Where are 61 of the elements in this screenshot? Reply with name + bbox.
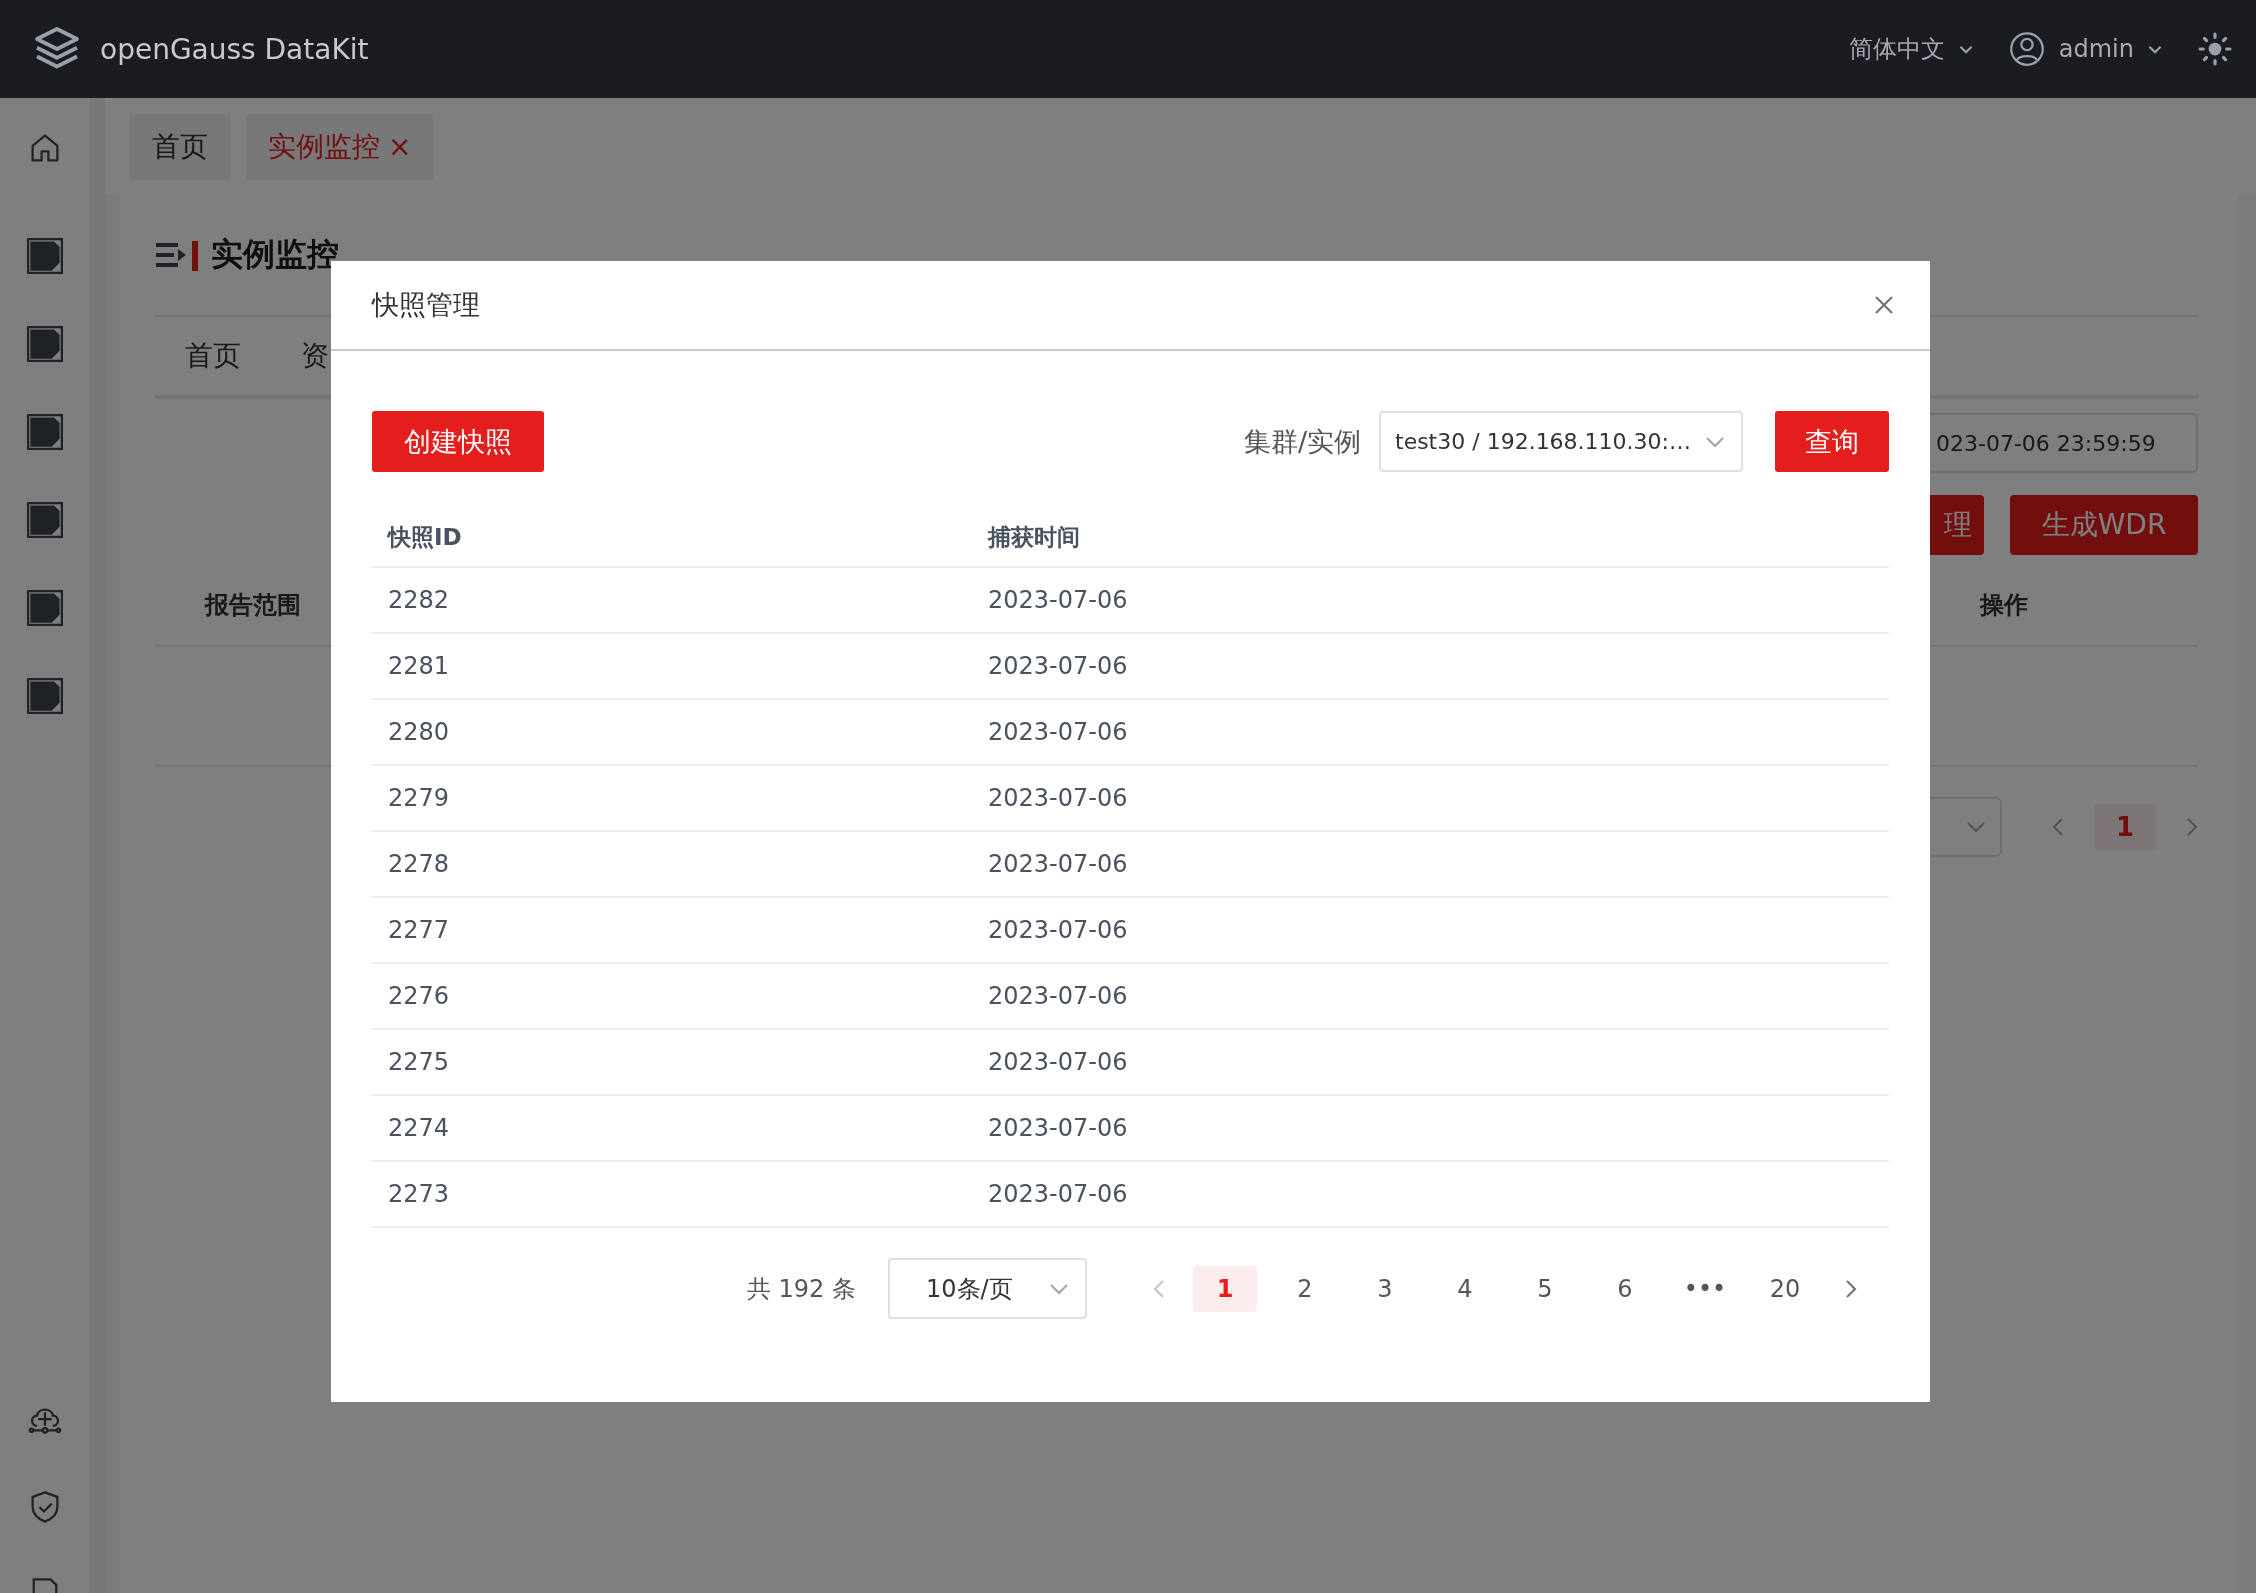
table-cell-text: 2023-07-06 xyxy=(988,1048,1129,1076)
table-cell-text: 2023-07-06 xyxy=(988,586,1129,614)
table-cell-text: 2275 xyxy=(388,1048,451,1076)
page-number[interactable]: 2 xyxy=(1273,1265,1337,1312)
table-cell-text: 2281 xyxy=(388,652,451,680)
column-header: 报告范围 xyxy=(205,590,301,621)
next-page-icon[interactable] xyxy=(1845,1278,1857,1299)
table-cell-text: 2023-07-06 xyxy=(988,718,1129,746)
column-header: 捕获时间 xyxy=(988,522,1081,552)
page-number[interactable]: 5 xyxy=(1513,1265,1577,1312)
table-cell-text: 2023-07-06 xyxy=(988,784,1129,812)
table-cell-text: 2023-07-06 xyxy=(988,1114,1129,1142)
sun-icon[interactable] xyxy=(2198,32,2232,66)
table-cell-text: 2277 xyxy=(388,916,451,944)
page-size-select[interactable]: 10条/页 xyxy=(888,1258,1087,1319)
menu-fold-icon[interactable] xyxy=(155,239,201,271)
document-icon[interactable] xyxy=(27,326,63,362)
page-number[interactable]: ••• xyxy=(1673,1265,1737,1312)
app-name: openGauss DataKit xyxy=(100,32,369,66)
table-cell-text: 2273 xyxy=(388,1180,451,1208)
table-cell-text: 2023-07-06 xyxy=(988,916,1129,944)
page-number[interactable]: 1 xyxy=(1193,1265,1257,1312)
table-cell-text: 2279 xyxy=(388,784,451,812)
caret-icon[interactable] xyxy=(1958,44,1973,54)
user-menu[interactable]: admin xyxy=(2058,35,2162,63)
dialog-title: 快照管理 xyxy=(372,288,480,322)
table-cell-text: 2282 xyxy=(388,586,451,614)
page-number[interactable]: 4 xyxy=(1433,1265,1497,1312)
table-cell-text: 2280 xyxy=(388,718,451,746)
document-icon[interactable] xyxy=(27,678,63,714)
document-icon[interactable] xyxy=(27,590,63,626)
column-header: 快照ID xyxy=(388,522,463,552)
page-tab[interactable]: 首页 xyxy=(130,113,230,180)
document-icon[interactable] xyxy=(27,238,63,274)
column-header: 操作 xyxy=(1980,590,2028,621)
language-menu[interactable]: 简体中文 xyxy=(1848,33,1973,65)
document-icon[interactable] xyxy=(27,414,63,450)
query-button[interactable]: 查询 xyxy=(1775,411,1889,472)
page-number[interactable]: 6 xyxy=(1593,1265,1657,1312)
table-cell-text: 2276 xyxy=(388,982,451,1010)
sub-tab[interactable]: 首页 xyxy=(185,337,241,375)
page-title: 实例监控 xyxy=(211,234,339,275)
instance-select[interactable]: test30 / 192.168.110.30:… xyxy=(1379,411,1743,472)
total-count: 共 192 条 xyxy=(746,1273,856,1305)
table-cell-text: 2274 xyxy=(388,1114,451,1142)
table-cell-text: 2023-07-06 xyxy=(988,652,1129,680)
sub-tab[interactable]: 资 xyxy=(301,337,329,375)
page-number[interactable]: 3 xyxy=(1353,1265,1417,1312)
table-cell-text: 2023-07-06 xyxy=(988,982,1129,1010)
table-cell-text: 2023-07-06 xyxy=(988,1180,1129,1208)
page-number[interactable]: 20 xyxy=(1753,1265,1817,1312)
close-icon[interactable] xyxy=(1874,295,1894,315)
table-cell-text: 2023-07-06 xyxy=(988,850,1129,878)
user-icon[interactable] xyxy=(2008,31,2045,67)
table-cell-text: 2278 xyxy=(388,850,451,878)
create-snapshot-button[interactable]: 创建快照 xyxy=(372,411,544,472)
document-icon[interactable] xyxy=(27,502,63,538)
chevron-down-icon[interactable] xyxy=(1705,435,1725,448)
filter-label: 集群/实例 xyxy=(1243,424,1361,459)
caret-icon[interactable] xyxy=(2148,44,2162,54)
chevron-down-icon[interactable] xyxy=(1049,1282,1069,1295)
